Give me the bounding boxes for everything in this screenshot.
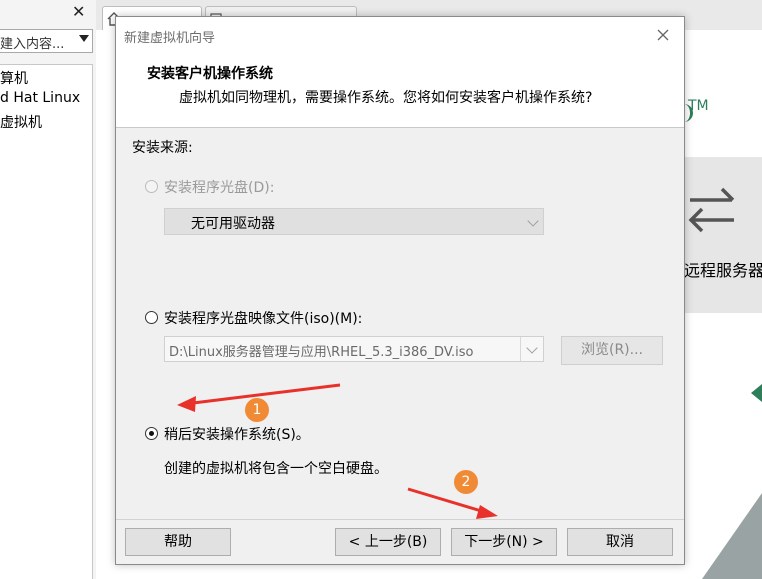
chevron-down-icon[interactable] — [526, 342, 538, 354]
disc-option-label: 安装程序光盘(D): — [164, 180, 275, 196]
tree-item-computer[interactable]: 算机 — [0, 68, 28, 88]
iso-option-label: 安装程序光盘映像文件(iso)(M): — [164, 311, 363, 327]
cancel-button[interactable]: 取消 — [567, 528, 673, 556]
back-button[interactable]: < 上一步(B) — [335, 528, 441, 556]
decorative-triangle-icon — [751, 384, 762, 402]
tree-item-redhat[interactable]: d Hat Linux — [0, 90, 80, 106]
dropdown-icon[interactable] — [79, 35, 89, 42]
close-icon[interactable]: ✕ — [72, 2, 85, 21]
install-later-radio[interactable] — [145, 427, 158, 440]
chevron-down-icon — [527, 215, 539, 227]
page-subtitle: 虚拟机如同物理机，需要操作系统。您将如何安装客户机操作系统? — [179, 90, 593, 106]
disc-drive-value: 无可用驱动器 — [191, 216, 275, 232]
wizard-header: 安装客户机操作系统 虚拟机如同物理机，需要操作系统。您将如何安装客户机操作系统? — [116, 53, 684, 128]
transfer-arrows-icon — [688, 187, 735, 233]
iso-path-value: D:\Linux服务器管理与应用\RHEL_5.3_i386_DV.iso — [169, 345, 474, 360]
decorative-corner-icon — [702, 493, 762, 579]
step-badge-1: 1 — [245, 398, 269, 422]
install-later-label[interactable]: 稍后安装操作系统(S)。 — [164, 424, 310, 444]
install-later-description: 创建的虚拟机将包含一个空白硬盘。 — [164, 461, 388, 477]
dialog-titlebar[interactable]: 新建虚拟机向导 — [116, 17, 684, 53]
iso-path-select[interactable]: D:\Linux服务器管理与应用\RHEL_5.3_i386_DV.iso — [164, 336, 544, 362]
page-title: 安装客户机操作系统 — [147, 66, 273, 82]
install-source-label: 安装来源: — [132, 140, 193, 156]
dialog-title: 新建虚拟机向导 — [124, 31, 216, 46]
remote-server-label: 远程服务器 — [684, 261, 762, 280]
library-search-text: 建入内容... — [0, 37, 65, 52]
trademark-mark: TM — [688, 98, 709, 114]
library-search-input[interactable]: 建入内容... — [0, 29, 93, 53]
iso-radio[interactable] — [145, 311, 158, 324]
library-tree: 算机 d Hat Linux 虚拟机 — [0, 64, 93, 579]
select-divider — [520, 337, 521, 361]
tree-item-vm[interactable]: 虚拟机 — [0, 112, 42, 132]
close-icon[interactable] — [651, 23, 675, 47]
disc-radio[interactable] — [145, 180, 158, 193]
disc-drive-select[interactable]: 无可用驱动器 — [164, 208, 544, 235]
new-vm-wizard-dialog: 新建虚拟机向导 安装客户机操作系统 虚拟机如同物理机，需要操作系统。您将如何安装… — [115, 16, 685, 565]
library-panel: ✕ 建入内容... 算机 d Hat Linux 虚拟机 — [0, 0, 97, 579]
step-badge-2: 2 — [454, 470, 478, 494]
next-button[interactable]: 下一步(N) > — [451, 528, 557, 556]
browse-button[interactable]: 浏览(R)... — [561, 336, 663, 365]
help-button[interactable]: 帮助 — [125, 528, 231, 556]
footer-divider — [116, 519, 684, 520]
